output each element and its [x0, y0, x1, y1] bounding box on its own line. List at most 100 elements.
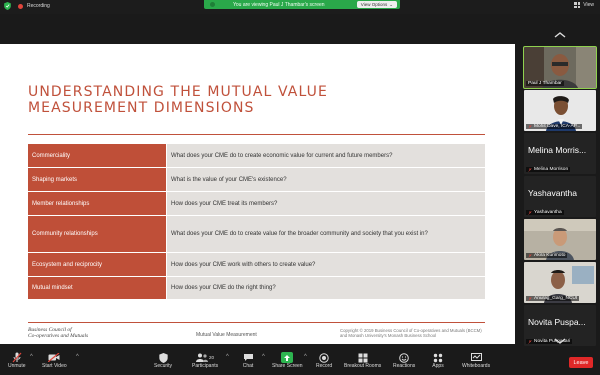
- dimension-row: Commerciality What does your CME do to cr…: [28, 144, 485, 167]
- chevron-down-icon: [554, 338, 565, 344]
- record-label: Record: [316, 363, 333, 369]
- meeting-toolbar: Unmute ^ Start Video ^ Security 20 Parti…: [0, 350, 600, 375]
- participant-display-name: Yashavantha: [528, 188, 577, 198]
- participant-tile-melina[interactable]: Melina Morris... Melina Morrison: [524, 133, 596, 174]
- smiley-icon: [399, 352, 409, 363]
- dimension-question: How does your CME work with others to cr…: [167, 253, 485, 276]
- footer-copyright: Copyright © 2019 Business Council of Co-…: [340, 328, 482, 338]
- share-screen-button[interactable]: Share Screen: [272, 352, 303, 369]
- start-video-label: Start Video: [42, 363, 67, 369]
- reactions-label: Reactions: [393, 363, 416, 369]
- dimension-question: How does your CME treat its members?: [167, 192, 485, 215]
- leave-button[interactable]: Leave: [569, 357, 593, 368]
- participant-tile-paul[interactable]: Paul J Thambar: [523, 46, 597, 89]
- unmute-button[interactable]: Unmute: [8, 352, 26, 369]
- security-label: Security: [154, 363, 173, 369]
- participant-name-tag: Yashavantha: [526, 210, 564, 215]
- sharing-indicator-icon: [210, 2, 215, 7]
- share-screen-label: Share Screen: [272, 363, 303, 369]
- microphone-muted-icon: [528, 253, 532, 258]
- recording-dot-icon: [18, 3, 23, 9]
- dimension-name: Member relationships: [28, 192, 166, 215]
- microphone-muted-icon: [528, 124, 532, 129]
- video-options-caret[interactable]: ^: [76, 354, 79, 360]
- view-label: View: [583, 2, 594, 8]
- scroll-up-button[interactable]: [519, 28, 600, 42]
- participant-name-tag: Akira Kurimoto: [526, 253, 568, 258]
- participant-name: Mohit Dave, ICA-AP...: [534, 124, 581, 129]
- chat-bubble-icon: [243, 354, 253, 361]
- unmute-label: Unmute: [8, 363, 26, 369]
- audio-options-caret[interactable]: ^: [30, 354, 33, 360]
- view-options-label: View Options: [360, 2, 388, 7]
- top-bar: Recording You are viewing Paul J Thambar…: [0, 0, 600, 14]
- start-video-button[interactable]: Start Video: [42, 352, 67, 369]
- dimension-question: What is the value of your CME's existenc…: [167, 168, 485, 191]
- chevron-down-icon: ⌄: [389, 1, 393, 7]
- slide-title: UNDERSTANDING THE MUTUAL VALUE MEASUREME…: [28, 84, 328, 116]
- dimension-row: Member relationships How does your CME tr…: [28, 192, 485, 215]
- scroll-down-button[interactable]: [519, 334, 600, 348]
- whiteboards-button[interactable]: Whiteboards: [462, 352, 490, 369]
- participants-icon: [196, 353, 209, 362]
- participants-button[interactable]: 20 Participants: [192, 352, 218, 369]
- reactions-button[interactable]: Reactions: [393, 352, 415, 369]
- dimension-row: Shaping markets What is the value of your…: [28, 168, 485, 191]
- view-options-button[interactable]: View Options ⌄: [356, 1, 397, 8]
- participants-count: 20: [209, 355, 215, 360]
- chat-options-caret[interactable]: ^: [262, 354, 265, 360]
- apps-button[interactable]: Apps: [432, 352, 444, 369]
- grid-view-icon: [574, 2, 581, 8]
- participant-name: Yashavantha: [534, 210, 562, 215]
- participant-tile-yashavantha[interactable]: Yashavantha Yashavantha: [524, 176, 596, 217]
- security-button[interactable]: Security: [154, 352, 172, 369]
- participant-name-tag: Melina Morrison: [526, 167, 571, 172]
- dimension-name: Ecosystem and reciprocity: [28, 253, 166, 276]
- share-options-caret[interactable]: ^: [304, 354, 307, 360]
- footer-logo-line2: Co-operatives and Mutuals: [28, 333, 89, 339]
- participant-name-tag: Anurag_Garg_NCUI: [526, 296, 580, 301]
- dimension-name: Commerciality: [28, 144, 166, 167]
- whiteboards-label: Whiteboards: [462, 363, 491, 369]
- footer-copyright-line2: and Monash University's Monash Business …: [340, 333, 437, 339]
- participant-strip: Paul J Thambar Mohit Dave, ICA-AP... Mel…: [519, 14, 600, 348]
- participant-tile-anurag[interactable]: Anurag_Garg_NCUI: [524, 262, 596, 303]
- participant-name: Anurag_Garg_NCUI: [534, 296, 578, 301]
- security-shield-icon: [158, 352, 168, 363]
- participant-display-name: Melina Morris...: [528, 145, 587, 155]
- apps-label: Apps: [432, 363, 444, 369]
- footer-center-text: Mutual Value Measurement: [196, 332, 257, 338]
- dimension-question: How does your CME do the right thing?: [167, 277, 485, 299]
- bccm-logo: Business Council of Co-operatives and Mu…: [28, 327, 88, 339]
- dimension-row: Community relationships What does your CM…: [28, 216, 485, 252]
- share-screen-icon: [284, 354, 291, 361]
- chat-button[interactable]: Chat: [242, 352, 254, 369]
- breakout-rooms-label: Breakout Rooms: [344, 363, 382, 369]
- participants-options-caret[interactable]: ^: [226, 354, 229, 360]
- record-button[interactable]: Record: [316, 352, 332, 369]
- participant-name-tag: Paul J Thambar: [526, 81, 564, 86]
- footer-divider: [28, 322, 485, 323]
- participant-name: Akira Kurimoto: [534, 253, 566, 258]
- dimension-question: What does your CME do to create value fo…: [167, 216, 485, 252]
- view-toggle[interactable]: View: [574, 2, 594, 8]
- dimension-name: Mutual mindset: [28, 277, 166, 299]
- apps-icon: [433, 353, 443, 362]
- security-shield-icon: [4, 2, 11, 10]
- breakout-rooms-icon: [358, 353, 368, 362]
- dimension-name: Community relationships: [28, 216, 166, 252]
- dimension-question: What does your CME do to create economic…: [167, 144, 485, 167]
- microphone-muted-icon: [528, 167, 532, 172]
- leave-label: Leave: [573, 359, 589, 366]
- breakout-rooms-button[interactable]: Breakout Rooms: [344, 352, 381, 369]
- record-icon: [319, 352, 329, 363]
- whiteboard-icon: [470, 353, 482, 361]
- recording-label: Recording: [27, 3, 50, 9]
- microphone-muted-icon: [528, 210, 532, 215]
- participant-tile-mohit[interactable]: Mohit Dave, ICA-AP...: [524, 90, 596, 131]
- participants-label: Participants: [192, 363, 219, 369]
- chevron-up-icon: [554, 32, 565, 38]
- participant-tile-akira[interactable]: Akira Kurimoto: [524, 219, 596, 260]
- participant-name-tag: Mohit Dave, ICA-AP...: [526, 124, 583, 129]
- microphone-muted-icon: [528, 296, 532, 301]
